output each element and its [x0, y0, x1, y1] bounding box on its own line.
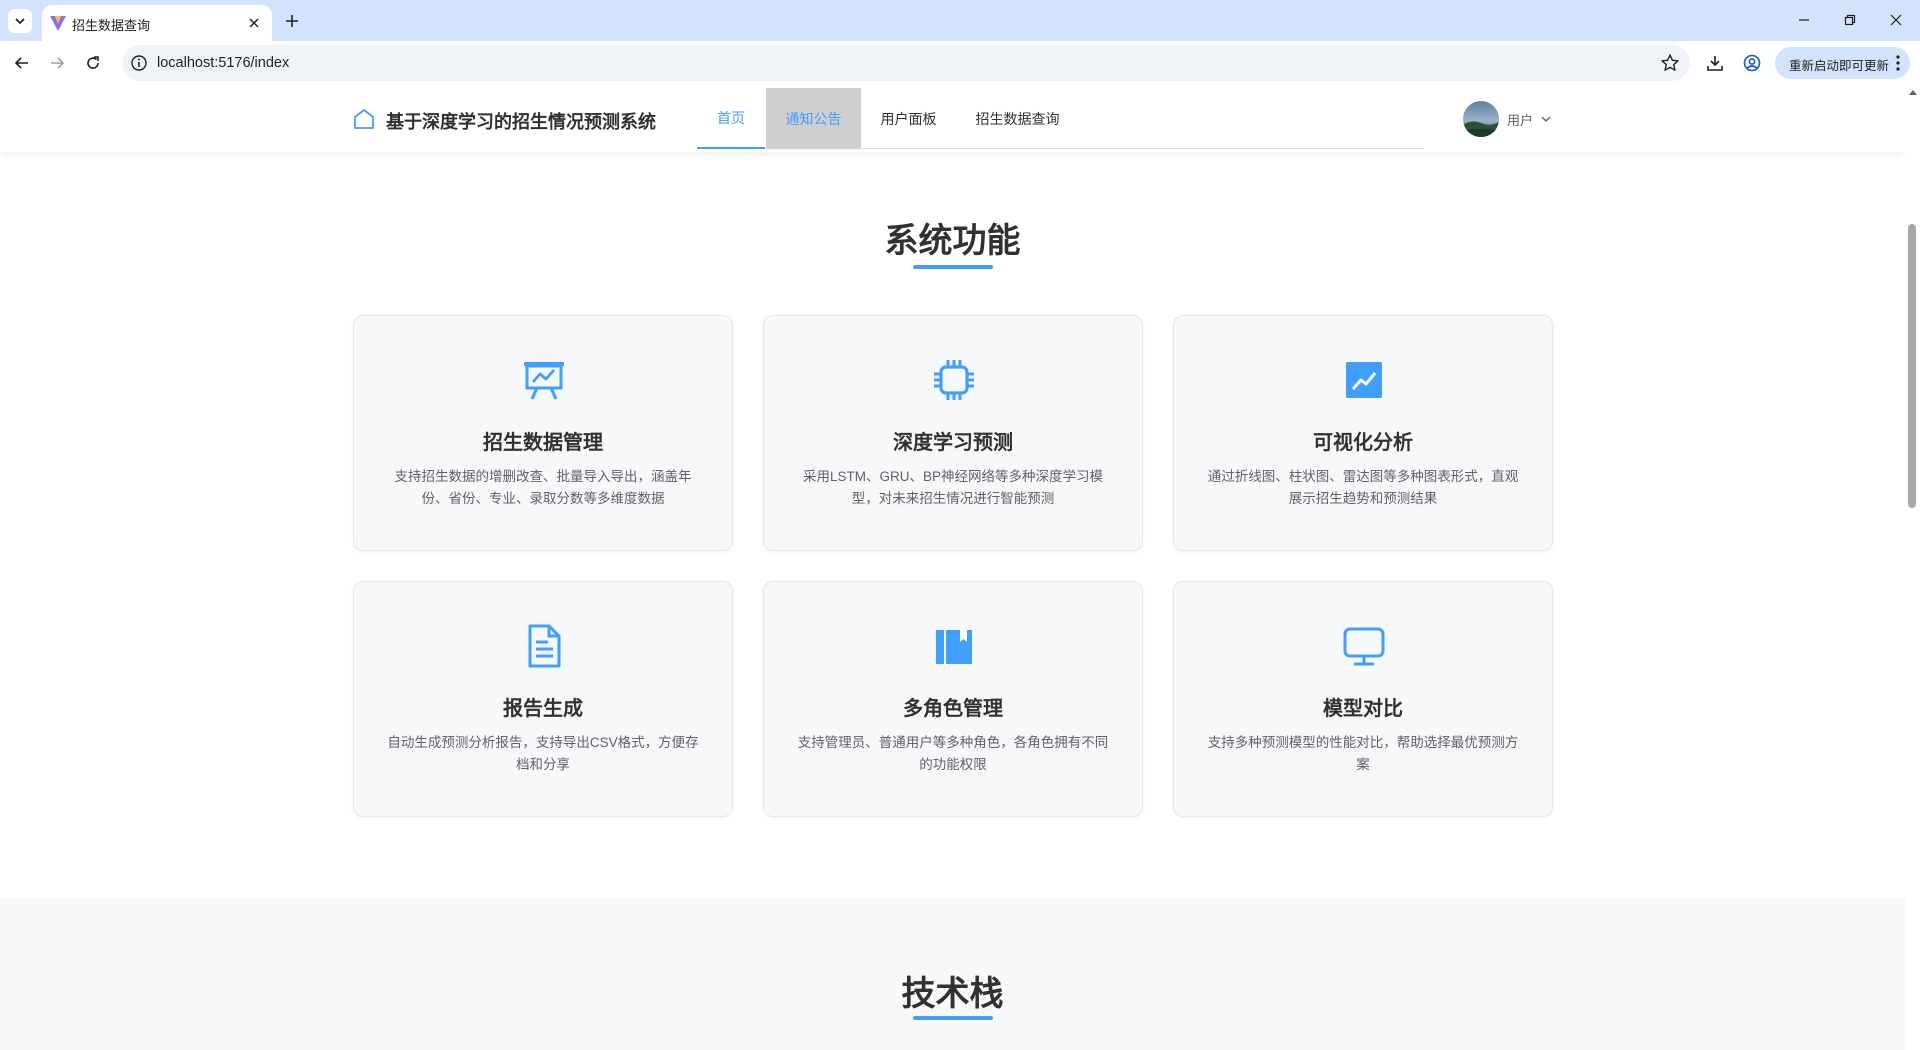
card-title: 报告生成	[503, 698, 583, 720]
card-title: 多角色管理	[903, 698, 1003, 720]
arrow-right-icon	[51, 57, 65, 69]
close-icon	[249, 18, 259, 28]
address-bar[interactable]: localhost:5176/index	[122, 45, 1690, 81]
feature-card-visualization[interactable]: 可视化分析 通过折线图、柱状图、雷达图等多种图表形式，直观展示招生趋势和预测结果	[1173, 315, 1553, 551]
document-icon	[528, 624, 561, 668]
title-underline	[913, 265, 993, 269]
avatar[interactable]	[1463, 101, 1499, 137]
feature-card-report[interactable]: 报告生成 自动生成预测分析报告，支持导出CSV格式，方便存档和分享	[353, 581, 733, 817]
site-title: 基于深度学习的招生情况预测系统	[386, 112, 656, 132]
close-tab-button[interactable]	[244, 13, 264, 33]
card-description: 支持招生数据的增删改查、批量导入导出，涵盖年份、省份、专业、录取分数等多维度数据	[394, 469, 692, 506]
home-icon	[354, 109, 374, 129]
more-vert-icon	[1896, 55, 1900, 71]
nav-announcements[interactable]: 通知公告	[766, 88, 861, 149]
plus-icon	[286, 15, 298, 27]
browser-tab[interactable]: 招生数据查询	[42, 5, 272, 41]
reload-icon	[87, 56, 99, 69]
card-title: 模型对比	[1323, 698, 1403, 720]
forward-button[interactable]	[45, 51, 69, 75]
nav-home[interactable]: 首页	[697, 88, 765, 149]
page-scrollbar[interactable]	[1905, 86, 1920, 1050]
update-button[interactable]: 重新启动即可更新	[1775, 47, 1910, 79]
card-title: 可视化分析	[1313, 432, 1413, 454]
card-description: 采用LSTM、GRU、BP神经网络等多种深度学习模型，对未来招生情况进行智能预测	[802, 469, 1103, 506]
monitor-icon	[1343, 627, 1385, 666]
new-tab-button[interactable]	[280, 9, 304, 33]
nav-enrollment-query[interactable]: 招生数据查询	[956, 88, 1079, 149]
cpu-chip-icon	[934, 360, 974, 400]
restore-button[interactable]	[1837, 8, 1863, 32]
card-description: 支持管理员、普通用户等多种角色，各角色拥有不同的功能权限	[797, 735, 1109, 772]
title-underline	[913, 1016, 993, 1020]
tech-stack-section: 技术栈	[0, 898, 1905, 1050]
site-header: 基于深度学习的招生情况预测系统 首页 通知公告 用户面板 招生数据查询 用户	[0, 86, 1905, 152]
card-description: 支持多种预测模型的性能对比，帮助选择最优预测方案	[1207, 735, 1519, 772]
minimize-icon	[1799, 19, 1809, 21]
card-description: 通过折线图、柱状图、雷达图等多种图表形式，直观展示招生趋势和预测结果	[1207, 469, 1519, 506]
feature-card-deep-learning[interactable]: 深度学习预测 采用LSTM、GRU、BP神经网络等多种深度学习模型，对未来招生情…	[763, 315, 1143, 551]
update-label: 重新启动即可更新	[1789, 59, 1890, 73]
chevron-down-icon	[15, 18, 25, 25]
arrow-left-icon	[14, 57, 28, 69]
collection-icon	[936, 630, 972, 664]
tech-stack-title: 技术栈	[901, 975, 1004, 1013]
reload-button[interactable]	[81, 51, 105, 75]
nav-user-panel[interactable]: 用户面板	[861, 88, 956, 149]
vite-logo-icon	[50, 16, 66, 31]
presentation-chart-icon	[524, 362, 564, 400]
profile-button[interactable]	[1741, 52, 1763, 74]
feature-card-data-management[interactable]: 招生数据管理 支持招生数据的增删改查、批量导入导出，涵盖年份、省份、专业、录取分…	[353, 315, 733, 551]
url-text[interactable]: localhost:5176/index	[157, 55, 289, 71]
downloads-button[interactable]	[1704, 52, 1726, 74]
card-description: 自动生成预测分析报告，支持导出CSV格式，方便存档和分享	[387, 735, 699, 772]
star-icon[interactable]	[1660, 53, 1680, 73]
trend-chart-icon	[1346, 362, 1382, 398]
browser-toolbar: localhost:5176/index 重新启动即可更新	[0, 41, 1920, 85]
minimize-button[interactable]	[1791, 8, 1817, 32]
close-icon	[1890, 14, 1902, 26]
features-title: 系统功能	[884, 222, 1021, 260]
feature-card-model-compare[interactable]: 模型对比 支持多种预测模型的性能对比，帮助选择最优预测方案	[1173, 581, 1553, 817]
browser-tab-strip: 招生数据查询	[0, 0, 1920, 41]
scroll-thumb[interactable]	[1908, 224, 1916, 508]
feature-card-roles[interactable]: 多角色管理 支持管理员、普通用户等多种角色，各角色拥有不同的功能权限	[763, 581, 1143, 817]
card-title: 招生数据管理	[483, 432, 603, 454]
user-name[interactable]: 用户	[1507, 110, 1533, 129]
restore-icon	[1844, 14, 1856, 26]
main-nav: 首页 通知公告 用户面板 招生数据查询	[697, 88, 1424, 149]
download-icon	[1707, 56, 1723, 71]
account-circle-icon	[1743, 54, 1761, 72]
info-icon[interactable]	[130, 54, 148, 72]
tab-search-button[interactable]	[8, 9, 32, 33]
card-title: 深度学习预测	[893, 432, 1013, 454]
scroll-up-arrow[interactable]	[1909, 90, 1917, 95]
back-button[interactable]	[10, 51, 34, 75]
tab-title: 招生数据查询	[72, 18, 151, 33]
page-viewport: 基于深度学习的招生情况预测系统 首页 通知公告 用户面板 招生数据查询 用户 系…	[0, 86, 1905, 1050]
avatar-image	[1463, 101, 1499, 137]
close-window-button[interactable]	[1883, 8, 1909, 32]
chevron-down-icon[interactable]	[1540, 114, 1552, 124]
